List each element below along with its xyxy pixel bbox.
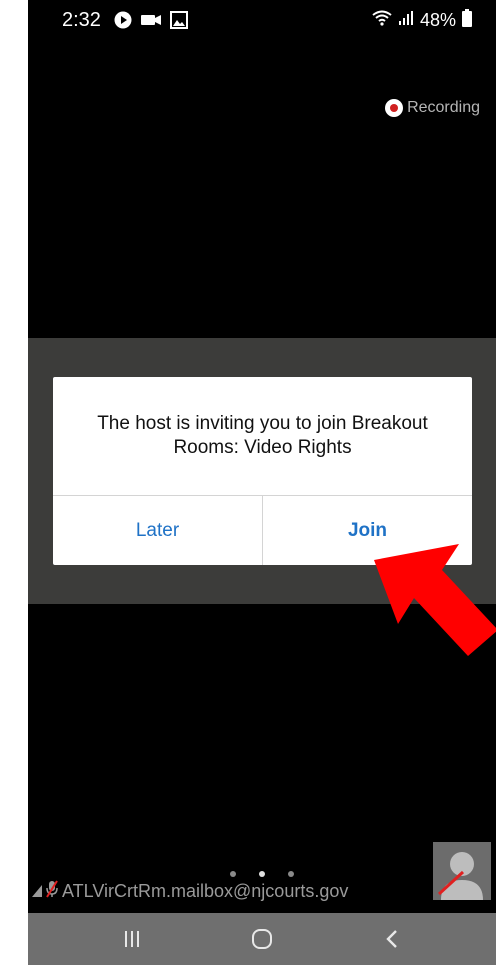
signal-icon <box>398 10 414 31</box>
page-dot <box>230 871 236 877</box>
gallery-icon <box>170 11 188 34</box>
status-right: 48% <box>372 9 472 32</box>
recent-apps-button[interactable] <box>102 913 162 965</box>
recording-label: Recording <box>407 99 480 116</box>
navigation-bar <box>28 913 496 965</box>
signal-icon <box>32 881 42 902</box>
avatar-icon <box>433 842 491 900</box>
later-button[interactable]: Later <box>53 496 262 565</box>
status-time: 2:32 <box>62 9 101 31</box>
participant-name: ATLVirCrtRm.mailbox@njcourts.gov <box>62 881 349 901</box>
dialog-message: The host is inviting you to join Breakou… <box>97 413 428 458</box>
video-camera-icon <box>140 12 162 33</box>
page-dot <box>288 871 294 877</box>
media-play-icon <box>114 11 132 34</box>
breakout-invite-dialog: The host is inviting you to join Breakou… <box>53 377 472 565</box>
recent-apps-icon <box>125 931 139 947</box>
back-icon <box>386 930 397 948</box>
page-indicator <box>230 871 294 877</box>
participant-label: ATLVirCrtRm.mailbox@njcourts.gov <box>32 880 348 903</box>
recording-dot-icon <box>385 99 404 117</box>
self-video-thumbnail[interactable] <box>433 842 491 900</box>
status-bar: 2:32 48% <box>28 0 496 40</box>
wifi-icon <box>372 10 392 31</box>
muted-mic-icon <box>46 880 58 903</box>
recording-indicator[interactable]: Recording <box>385 99 480 117</box>
battery-percentage: 48% <box>419 10 456 30</box>
page-dot-active <box>259 871 265 877</box>
battery-icon <box>462 9 472 32</box>
back-button[interactable] <box>362 913 422 965</box>
home-icon <box>252 929 272 949</box>
red-arrow-icon <box>374 544 496 656</box>
phone-screen: 2:32 48% Recording The host is inviting … <box>28 0 496 965</box>
home-button[interactable] <box>232 913 292 965</box>
status-notification-icons <box>114 11 188 34</box>
